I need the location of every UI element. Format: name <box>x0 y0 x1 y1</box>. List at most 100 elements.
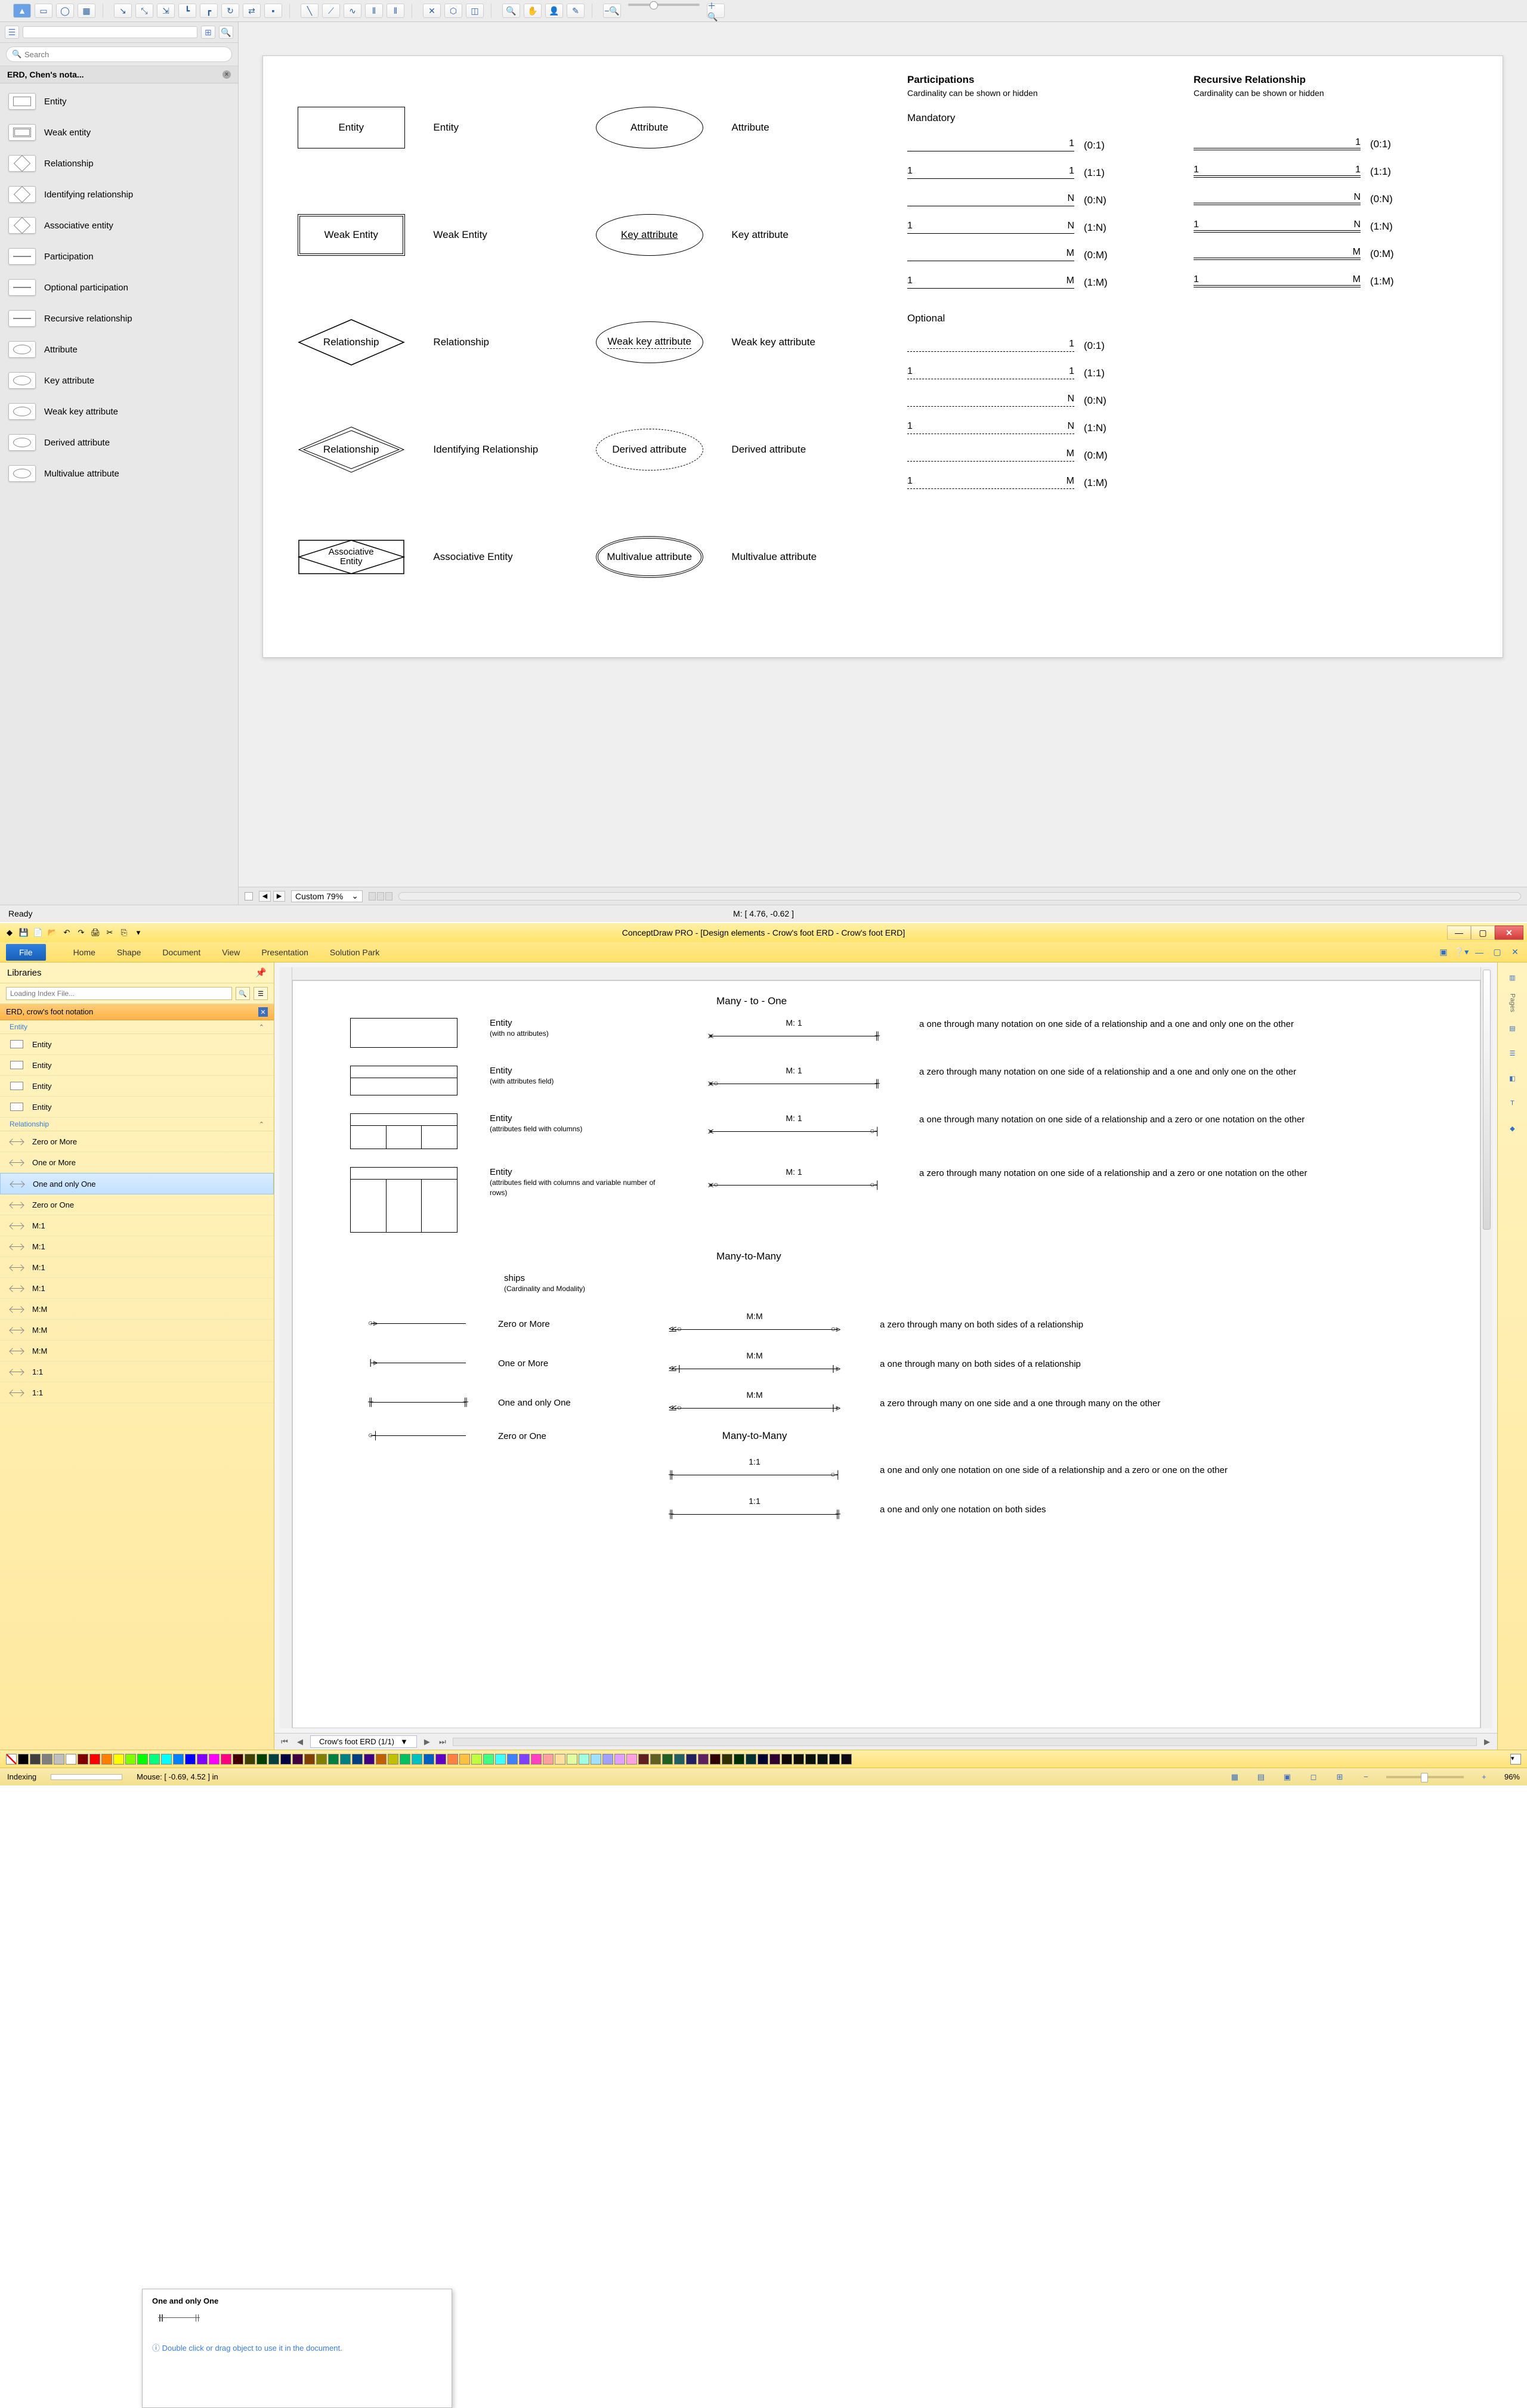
tab-dropdown-icon[interactable]: ▼ <box>400 1737 408 1746</box>
library-item[interactable]: Zero or More <box>0 1131 274 1152</box>
color-swatch[interactable] <box>531 1754 542 1765</box>
zoom-slider[interactable] <box>1386 1776 1464 1778</box>
library-item[interactable]: M:M <box>0 1320 274 1341</box>
pointer-tool-icon[interactable]: ▲ <box>13 4 31 18</box>
library-item[interactable]: M:1 <box>0 1215 274 1236</box>
library-item[interactable]: Key attribute <box>0 365 238 396</box>
color-swatch[interactable] <box>781 1754 792 1765</box>
chart-tool-1-icon[interactable]: ✕ <box>423 4 441 18</box>
color-swatch[interactable] <box>137 1754 148 1765</box>
library-item[interactable]: Attribute <box>0 334 238 365</box>
document-tab[interactable]: Crow's foot ERD (1/1) ▼ <box>310 1735 417 1748</box>
connector-tool-3-icon[interactable]: ⇲ <box>157 4 175 18</box>
color-swatch[interactable] <box>447 1754 458 1765</box>
color-swatch[interactable] <box>674 1754 685 1765</box>
color-swatch[interactable] <box>555 1754 565 1765</box>
color-swatch[interactable] <box>78 1754 88 1765</box>
color-swatch[interactable] <box>519 1754 530 1765</box>
search-button-icon[interactable]: 🔍 <box>236 987 250 1000</box>
view-outline-icon[interactable]: ▣ <box>1281 1771 1293 1783</box>
maximize-button[interactable]: ▢ <box>1471 926 1495 940</box>
grid-tool-icon[interactable]: ▦ <box>78 4 95 18</box>
menu-item[interactable]: Shape <box>117 948 141 957</box>
library-item[interactable]: One and only One <box>0 1173 274 1194</box>
color-swatch[interactable] <box>686 1754 697 1765</box>
view-normal-icon[interactable]: ▦ <box>1229 1771 1241 1783</box>
color-swatch[interactable] <box>483 1754 494 1765</box>
color-swatch[interactable] <box>54 1754 64 1765</box>
color-swatch[interactable] <box>280 1754 291 1765</box>
styles-panel-icon[interactable]: ◧ <box>1504 1069 1522 1087</box>
library-item[interactable]: Entity <box>0 1055 274 1076</box>
library-item[interactable]: Entity <box>0 1097 274 1118</box>
color-swatch[interactable] <box>698 1754 709 1765</box>
color-swatch[interactable] <box>435 1754 446 1765</box>
view-page-icon[interactable]: ▤ <box>1255 1771 1267 1783</box>
view-mode-2-icon[interactable] <box>377 892 384 900</box>
vertical-scrollbar[interactable] <box>1480 967 1492 1728</box>
library-item[interactable]: 1:1 <box>0 1361 274 1382</box>
color-swatch[interactable] <box>42 1754 52 1765</box>
library-group-header[interactable]: ERD, crow's foot notation ✕ <box>0 1004 274 1020</box>
color-swatch[interactable] <box>817 1754 828 1765</box>
ellipse-tool-icon[interactable]: ◯ <box>56 4 74 18</box>
tab-next-icon[interactable]: ▶ <box>422 1737 432 1747</box>
pages-panel-icon[interactable]: ▥ <box>1504 968 1522 986</box>
library-item[interactable]: Entity <box>0 86 238 117</box>
open-icon[interactable]: 📂 <box>47 927 58 939</box>
doc-minimize-icon[interactable]: — <box>1473 946 1485 958</box>
color-swatch[interactable] <box>614 1754 625 1765</box>
color-swatch[interactable] <box>221 1754 231 1765</box>
properties-panel-icon[interactable]: ☰ <box>1504 1044 1522 1062</box>
palette-option-icon[interactable]: ▾ <box>1510 1754 1521 1765</box>
zoom-in-icon[interactable]: + <box>1478 1771 1490 1783</box>
library-item[interactable]: Weak key attribute <box>0 396 238 427</box>
doc-restore-icon[interactable]: ▢ <box>1491 946 1503 958</box>
color-swatch[interactable] <box>233 1754 243 1765</box>
panel-pin-icon[interactable]: 📌 <box>255 967 267 978</box>
library-item[interactable]: M:M <box>0 1299 274 1320</box>
library-item[interactable]: Identifying relationship <box>0 179 238 210</box>
color-swatch[interactable] <box>459 1754 470 1765</box>
color-swatch[interactable] <box>256 1754 267 1765</box>
color-swatch[interactable] <box>471 1754 482 1765</box>
line-tool-icon[interactable]: ╲ <box>301 4 319 18</box>
connector-tool-5-icon[interactable]: ┏ <box>200 4 218 18</box>
close-button[interactable]: ✕ <box>1495 926 1523 940</box>
new-icon[interactable]: 📄 <box>32 927 44 939</box>
connector-tool-7-icon[interactable]: ⇄ <box>243 4 261 18</box>
color-swatch[interactable] <box>805 1754 816 1765</box>
connector-tool-6-icon[interactable]: ↻ <box>221 4 239 18</box>
library-item[interactable]: Associative entity <box>0 210 238 241</box>
menu-item[interactable]: Solution Park <box>330 948 379 957</box>
cut-icon[interactable]: ✂ <box>104 927 116 939</box>
color-swatch[interactable] <box>734 1754 744 1765</box>
tab-last-icon[interactable]: ⏭ <box>437 1737 448 1747</box>
copy-icon[interactable]: ⎘ <box>118 927 130 939</box>
view-mode-1-icon[interactable] <box>369 892 376 900</box>
library-item[interactable]: Derived attribute <box>0 427 238 458</box>
color-swatch[interactable] <box>769 1754 780 1765</box>
library-item[interactable]: Participation <box>0 241 238 272</box>
curve-tool-icon[interactable]: ∿ <box>344 4 361 18</box>
color-swatch[interactable] <box>209 1754 220 1765</box>
color-swatch[interactable] <box>412 1754 422 1765</box>
connector-tool-1-icon[interactable]: ↘ <box>114 4 132 18</box>
color-swatch[interactable] <box>507 1754 518 1765</box>
color-swatch[interactable] <box>197 1754 208 1765</box>
zoom-in-icon[interactable]: 🔍 <box>502 4 520 18</box>
horizontal-scrollbar[interactable] <box>398 892 1521 900</box>
close-library-icon[interactable]: × <box>222 70 231 79</box>
zoom-out-icon[interactable]: − <box>1360 1771 1372 1783</box>
library-item[interactable]: M:M <box>0 1341 274 1361</box>
align-tool-icon[interactable]: ⦀ <box>365 4 383 18</box>
library-item[interactable]: Relationship <box>0 148 238 179</box>
distribute-tool-icon[interactable]: ⫴ <box>387 4 404 18</box>
color-swatch[interactable] <box>722 1754 732 1765</box>
library-close-icon[interactable]: ✕ <box>258 1007 268 1017</box>
qat-dropdown-icon[interactable]: ▾ <box>132 927 144 939</box>
pan-tool-icon[interactable]: ✋ <box>524 4 542 18</box>
sidebar-search-input[interactable] <box>6 47 232 62</box>
library-item[interactable]: M:1 <box>0 1236 274 1257</box>
color-swatch[interactable] <box>125 1754 136 1765</box>
